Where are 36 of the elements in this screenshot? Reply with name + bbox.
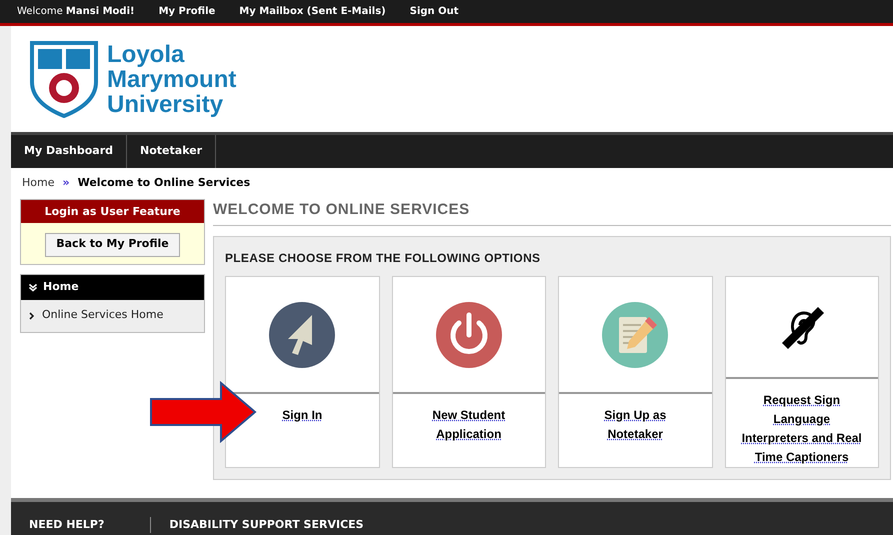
option-label: New Student Application [431,407,506,443]
logo-text: Loyola [107,42,186,66]
menu-header[interactable]: Home [21,274,204,300]
options-heading: PLEASE CHOOSE FROM THE FOLLOWING OPTIONS [225,250,542,267]
option-card[interactable]: Sign Up as Notetaker [558,276,712,468]
breadcrumb-link[interactable]: Home [22,175,54,192]
option-label: Request Sign Language Interpreters and Real Time Captioners [740,392,863,466]
chevron-icon [29,312,34,320]
nav-tab[interactable]: Notetaker [127,135,216,168]
menu-item-label: Online Services Home [42,307,164,324]
page-heading: WELCOME TO ONLINE SERVICES [213,198,891,226]
footer-heading: DISABILITY SUPPORT SERVICES [150,516,364,533]
footer-heading: NEED HELP? [29,516,106,532]
menu-title: Home [43,278,79,295]
top-link[interactable]: My Profile [158,4,216,19]
logo-text: University [107,92,224,116]
chevron-icon [28,283,38,291]
notepad-pencil-icon [601,300,670,368]
breadcrumb-separator: » [62,175,70,191]
breadcrumb-current: Welcome to Online Services [78,175,250,191]
top-link[interactable]: Sign Out [410,4,459,19]
menu-item[interactable]: Online Services Home [21,300,204,332]
option-card[interactable]: New Student Application [392,276,546,468]
option-card[interactable]: Sign In [225,276,380,468]
option-card[interactable]: Request Sign Language Interpreters and Real Time Captioners [724,276,879,468]
top-link[interactable]: My Mailbox (Sent E-Mails) [239,4,386,19]
option-label: Sign In [281,407,324,424]
option-label: Sign Up as Notetaker [603,407,668,443]
welcome-text: Welcome Mansi Modi! [17,5,135,19]
nav-tab[interactable]: My Dashboard [11,135,128,168]
back-to-profile-button[interactable]: Back to My Profile [45,232,180,256]
panel-title: Login as User Feature [21,200,204,222]
shield-logo-icon [29,40,99,118]
cursor-icon [268,300,336,368]
logo-text: Marymount [107,66,236,92]
power-icon [434,300,503,368]
